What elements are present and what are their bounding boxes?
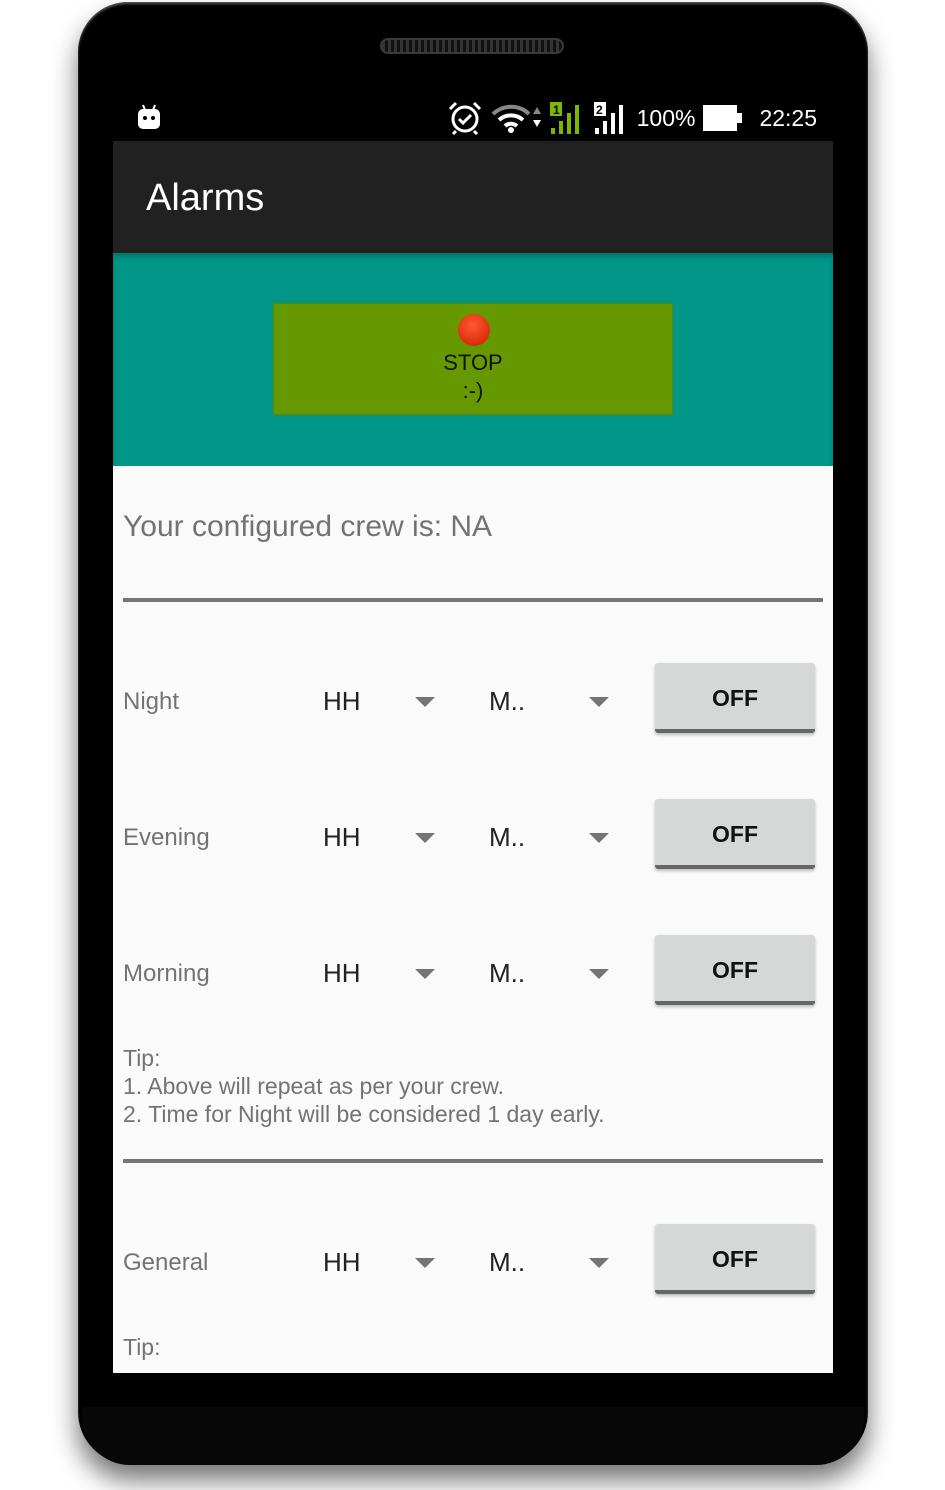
divider (123, 1159, 823, 1163)
phone-chin (82, 1407, 864, 1465)
dropdown-arrow-icon (589, 969, 609, 979)
red-dot-icon (458, 314, 490, 346)
dropdown-arrow-icon (415, 697, 435, 707)
alarm-toggle-button[interactable]: OFF (655, 1224, 815, 1294)
toggle-label: OFF (712, 1246, 758, 1272)
clock: 22:25 (759, 104, 817, 131)
alarm-toggle-button[interactable]: OFF (655, 799, 815, 869)
crew-text: Your configured crew is: NA (123, 510, 493, 543)
screen: 1 2 100% 22:25 Alarms STOP :-) Your conf… (113, 90, 833, 1373)
divider (123, 598, 823, 602)
tip-title: Tip: (123, 1045, 161, 1071)
minute-spinner[interactable]: M.. (489, 953, 619, 993)
sim2-signal-icon: 2 (593, 102, 623, 134)
stop-button[interactable]: STOP :-) (273, 303, 673, 415)
minute-value: M.. (489, 686, 526, 716)
alarm-label: General (123, 1249, 209, 1276)
alarm-row-morning: Morning HH M.. OFF (113, 933, 833, 1013)
hour-spinner[interactable]: HH (323, 1242, 443, 1282)
hour-value: HH (323, 958, 361, 988)
toggle-label: OFF (712, 685, 758, 711)
hour-value: HH (323, 1247, 361, 1277)
svg-text:1: 1 (553, 103, 560, 117)
minute-spinner[interactable]: M.. (489, 681, 619, 721)
status-bar: 1 2 100% 22:25 (113, 90, 833, 141)
dropdown-arrow-icon (589, 833, 609, 843)
alarm-label: Morning (123, 960, 210, 987)
tip-block: Tip: 1. Above will repeat as per your cr… (123, 1044, 605, 1128)
stop-banner: STOP :-) (113, 253, 833, 466)
alarm-row-evening: Evening HH M.. OFF (113, 797, 833, 877)
app-bar: Alarms (113, 141, 833, 253)
phone-speaker (380, 38, 564, 54)
minute-value: M.. (489, 822, 526, 852)
toggle-label: OFF (712, 957, 758, 983)
stop-sublabel: :-) (462, 378, 484, 403)
wifi-icon (491, 104, 541, 133)
dropdown-arrow-icon (415, 833, 435, 843)
dropdown-arrow-icon (415, 1258, 435, 1268)
hour-value: HH (323, 686, 361, 716)
minute-value: M.. (489, 1247, 526, 1277)
battery-percent: 100% (636, 104, 696, 131)
alarm-label: Evening (123, 824, 210, 851)
battery-icon (703, 105, 743, 131)
toggle-label: OFF (712, 821, 758, 847)
hour-spinner[interactable]: HH (323, 817, 443, 857)
dropdown-arrow-icon (589, 1258, 609, 1268)
minute-value: M.. (489, 958, 526, 988)
android-debug-icon (138, 104, 160, 129)
alarm-row-night: Night HH M.. OFF (113, 661, 833, 741)
page-title: Alarms (146, 177, 265, 219)
tip-line: 1. Above will repeat as per your crew. (123, 1073, 504, 1099)
hour-value: HH (323, 822, 361, 852)
alarm-toggle-button[interactable]: OFF (655, 935, 815, 1005)
svg-text:2: 2 (596, 103, 603, 117)
alarm-label: Night (123, 688, 180, 715)
tip-title-general: Tip: (123, 1334, 161, 1360)
sim1-signal-icon: 1 (549, 102, 579, 134)
hour-spinner[interactable]: HH (323, 681, 443, 721)
tip-line: 2. Time for Night will be considered 1 d… (123, 1101, 605, 1127)
dropdown-arrow-icon (589, 697, 609, 707)
hour-spinner[interactable]: HH (323, 953, 443, 993)
alarm-icon (448, 101, 481, 135)
alarm-toggle-button[interactable]: OFF (655, 663, 815, 733)
minute-spinner[interactable]: M.. (489, 817, 619, 857)
alarm-row-general: General HH M.. OFF (113, 1222, 833, 1302)
dropdown-arrow-icon (415, 969, 435, 979)
minute-spinner[interactable]: M.. (489, 1242, 619, 1282)
stop-label: STOP (443, 350, 503, 375)
